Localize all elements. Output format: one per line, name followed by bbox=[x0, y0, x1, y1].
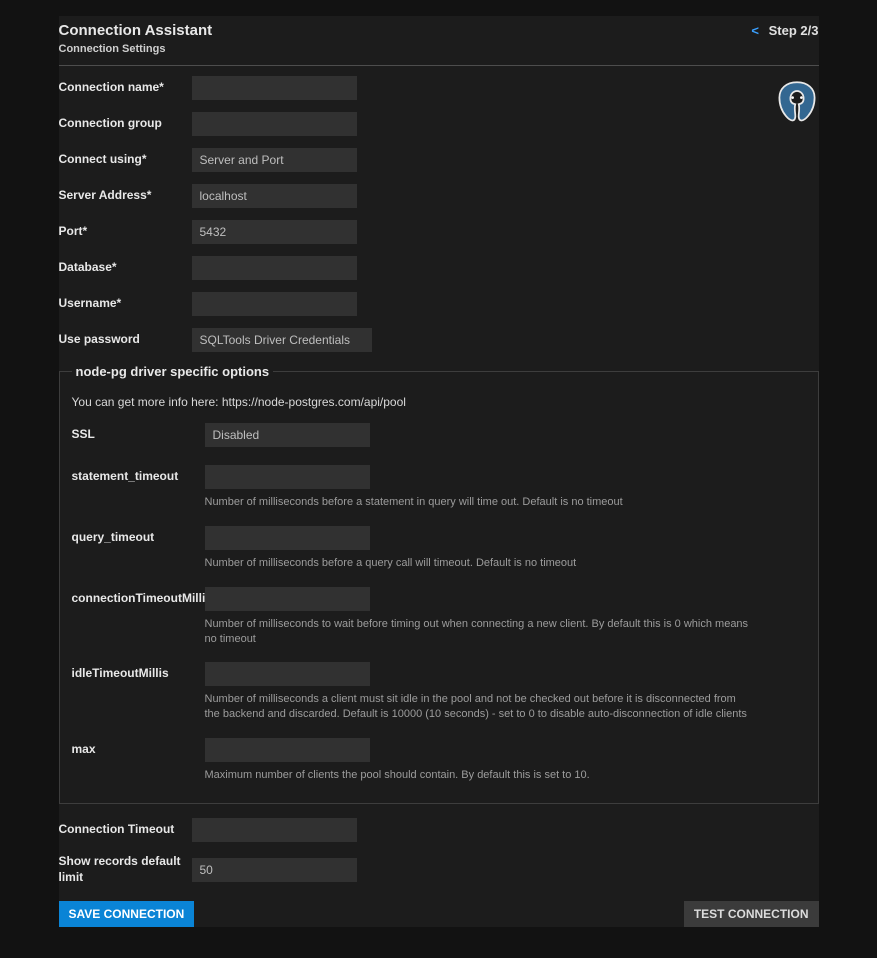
section-subtitle: Connection Settings bbox=[59, 43, 819, 66]
database-label: Database* bbox=[59, 260, 192, 276]
username-input[interactable] bbox=[192, 292, 357, 316]
max-hint: Maximum number of clients the pool shoul… bbox=[205, 768, 590, 783]
username-label: Username* bbox=[59, 296, 192, 312]
show-records-limit-label: Show records default limit bbox=[59, 854, 192, 885]
header: Connection Assistant < Step 2/3 bbox=[59, 16, 819, 43]
database-input[interactable] bbox=[192, 256, 357, 280]
connect-using-select[interactable] bbox=[192, 148, 357, 172]
server-address-label: Server Address* bbox=[59, 188, 192, 204]
connection-timeout-millis-input[interactable] bbox=[205, 587, 370, 611]
statement-timeout-label: statement_timeout bbox=[72, 465, 205, 485]
connection-name-input[interactable] bbox=[192, 76, 357, 100]
idle-timeout-millis-hint: Number of milliseconds a client must sit… bbox=[205, 692, 750, 722]
query-timeout-input[interactable] bbox=[205, 526, 370, 550]
ssl-select[interactable] bbox=[205, 423, 370, 447]
driver-options-group: node-pg driver specific options You can … bbox=[59, 364, 819, 804]
connection-timeout-millis-hint: Number of milliseconds to wait before ti… bbox=[205, 617, 750, 647]
max-label: max bbox=[72, 738, 205, 758]
postgresql-logo-icon bbox=[775, 80, 819, 124]
idle-timeout-millis-label: idleTimeoutMillis bbox=[72, 662, 205, 682]
port-input[interactable] bbox=[192, 220, 357, 244]
test-connection-button[interactable]: TEST CONNECTION bbox=[684, 901, 819, 927]
max-input[interactable] bbox=[205, 738, 370, 762]
connect-using-label: Connect using* bbox=[59, 152, 192, 168]
connection-group-input[interactable] bbox=[192, 112, 357, 136]
driver-options-info: You can get more info here: https://node… bbox=[72, 395, 806, 409]
step-indicator[interactable]: < Step 2/3 bbox=[751, 23, 818, 38]
page-title: Connection Assistant bbox=[59, 22, 213, 39]
driver-options-legend: node-pg driver specific options bbox=[72, 364, 274, 379]
step-back-arrow-icon[interactable]: < bbox=[751, 23, 759, 38]
connection-name-label: Connection name* bbox=[59, 80, 192, 96]
connection-timeout-label: Connection Timeout bbox=[59, 822, 192, 838]
connection-group-label: Connection group bbox=[59, 116, 192, 132]
connection-timeout-millis-label: connectionTimeoutMillis bbox=[72, 587, 205, 607]
show-records-limit-input[interactable] bbox=[192, 858, 357, 882]
port-label: Port* bbox=[59, 224, 192, 240]
statement-timeout-input[interactable] bbox=[205, 465, 370, 489]
connection-timeout-input[interactable] bbox=[192, 818, 357, 842]
ssl-label: SSL bbox=[72, 423, 205, 443]
query-timeout-hint: Number of milliseconds before a query ca… bbox=[205, 556, 577, 571]
step-label: Step 2/3 bbox=[769, 23, 819, 38]
statement-timeout-hint: Number of milliseconds before a statemen… bbox=[205, 495, 623, 510]
server-address-input[interactable] bbox=[192, 184, 357, 208]
use-password-label: Use password bbox=[59, 332, 192, 348]
use-password-select[interactable] bbox=[192, 328, 372, 352]
query-timeout-label: query_timeout bbox=[72, 526, 205, 546]
idle-timeout-millis-input[interactable] bbox=[205, 662, 370, 686]
save-connection-button[interactable]: SAVE CONNECTION bbox=[59, 901, 195, 927]
